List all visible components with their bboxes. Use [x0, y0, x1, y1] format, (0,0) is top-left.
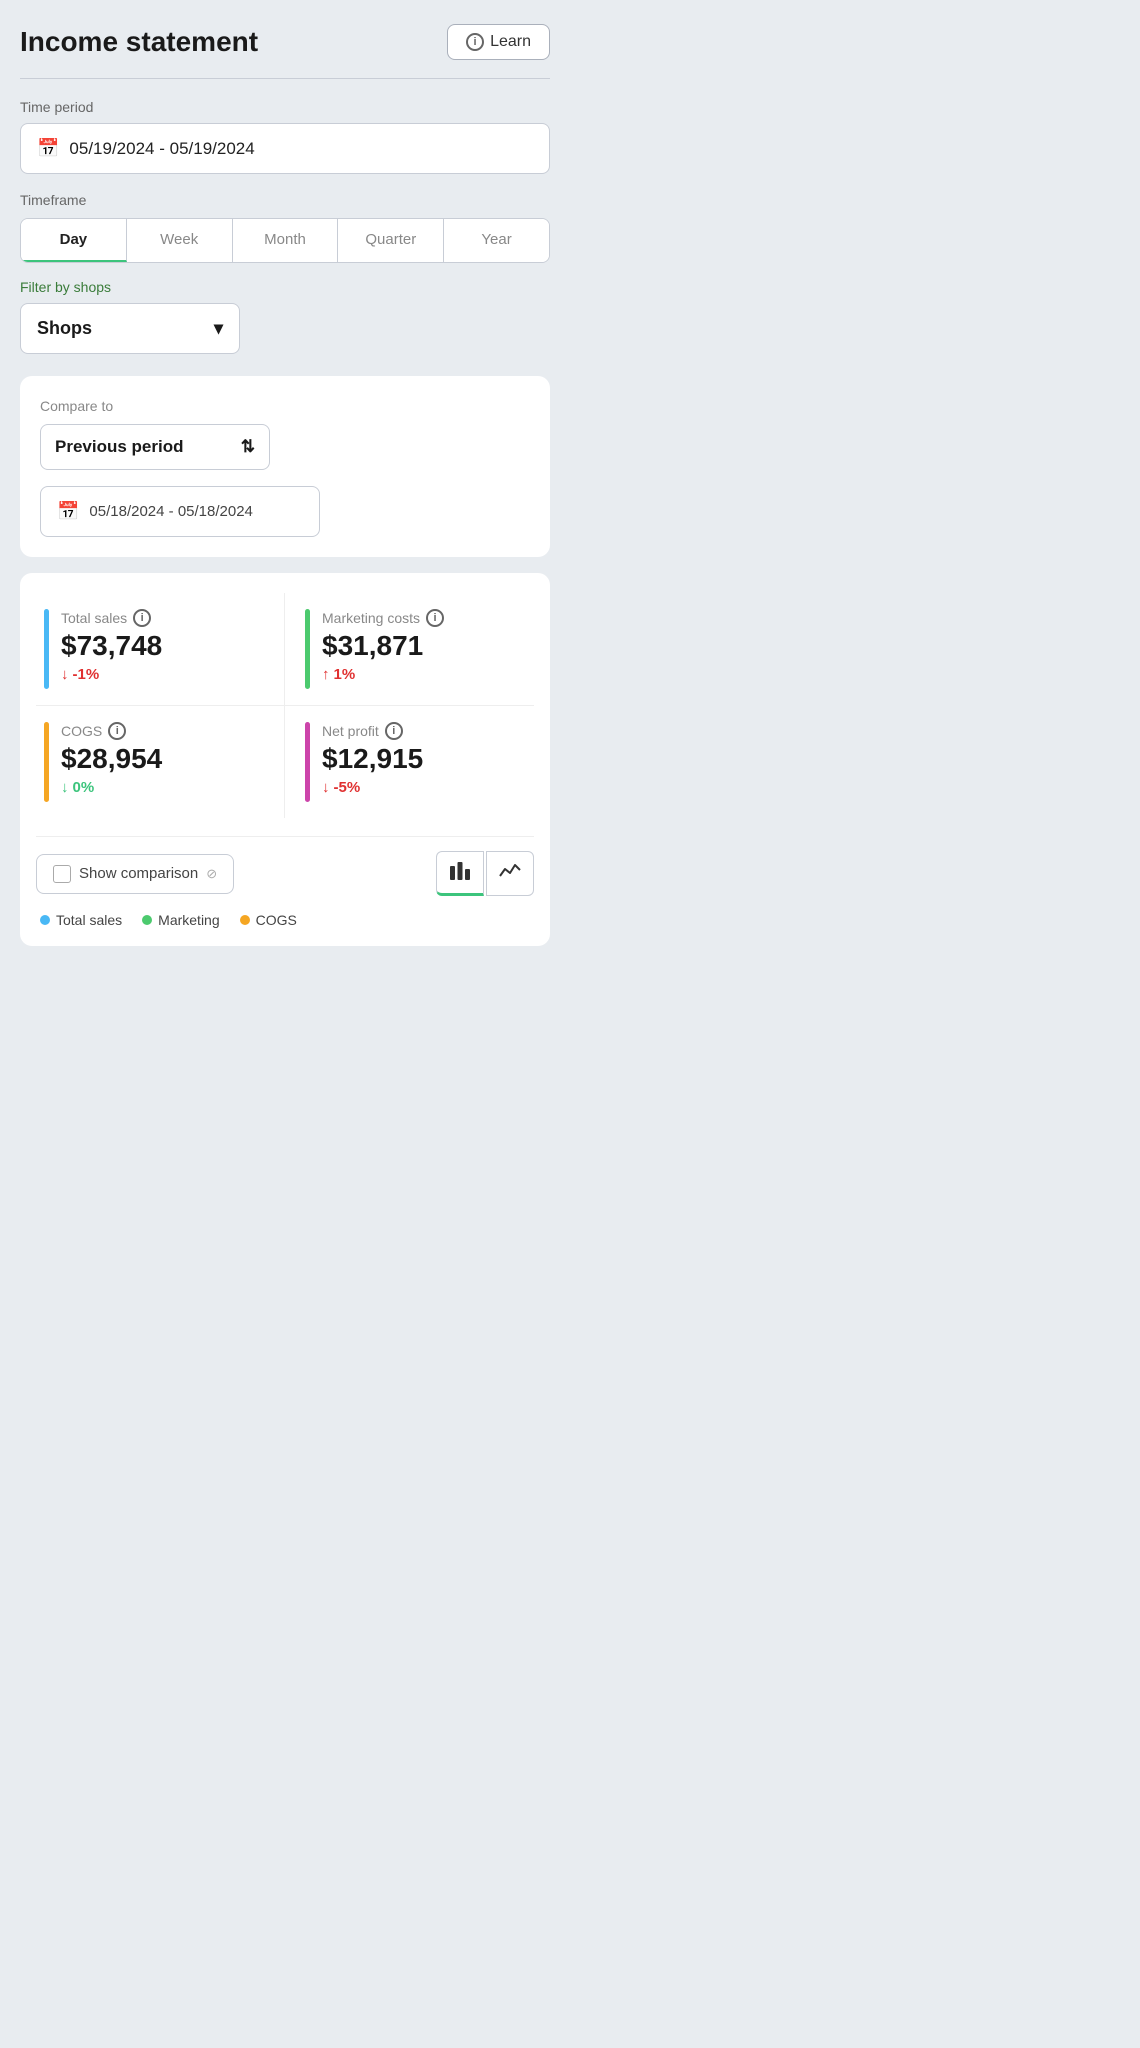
net-profit-bar: [305, 722, 310, 802]
cogs-arrow: [61, 779, 69, 796]
line-chart-icon: [499, 861, 521, 881]
show-comparison-button[interactable]: Show comparison ⊘: [36, 854, 234, 894]
tab-quarter[interactable]: Quarter: [338, 219, 444, 262]
compare-date-value: 05/18/2024 - 05/18/2024: [89, 503, 252, 520]
tab-day[interactable]: Day: [21, 219, 127, 262]
legend-cogs: COGS: [240, 912, 297, 928]
legend-marketing-label: Marketing: [158, 912, 219, 928]
total-sales-arrow: [61, 666, 69, 683]
compare-select[interactable]: Previous period ⇅: [40, 424, 270, 470]
legend-total-sales-dot: [40, 915, 50, 925]
legend-cogs-dot: [240, 915, 250, 925]
legend-total-sales-label: Total sales: [56, 912, 122, 928]
marketing-change-value: 1%: [334, 666, 356, 683]
show-comparison-label: Show comparison: [79, 865, 198, 882]
metrics-card: Total sales i $73,748 -1% Marketing cost: [20, 573, 550, 946]
cogs-change-value: 0%: [73, 779, 95, 796]
timeframe-section: Timeframe Day Week Month Quarter Year: [20, 192, 550, 263]
metric-cogs: COGS i $28,954 0%: [36, 706, 285, 818]
chevron-down-icon: ▾: [214, 318, 223, 339]
tab-week[interactable]: Week: [127, 219, 233, 262]
time-period-section: Time period 📅 05/19/2024 - 05/19/2024: [20, 99, 550, 174]
legend-marketing: Marketing: [142, 912, 219, 928]
cogs-info-icon: i: [108, 722, 126, 740]
legend-marketing-dot: [142, 915, 152, 925]
shops-dropdown[interactable]: Shops ▾: [20, 303, 240, 354]
cogs-label: COGS: [61, 723, 102, 739]
chart-legend: Total sales Marketing COGS: [36, 908, 534, 928]
total-sales-info-icon: i: [133, 609, 151, 627]
date-range-input[interactable]: 📅 05/19/2024 - 05/19/2024: [20, 123, 550, 174]
marketing-bar: [305, 609, 310, 689]
net-profit-change: -5%: [322, 779, 522, 796]
cogs-bar: [44, 722, 49, 802]
net-profit-value: $12,915: [322, 744, 522, 775]
total-sales-value: $73,748: [61, 631, 272, 662]
show-comparison-checkbox[interactable]: [53, 865, 71, 883]
info-icon: i: [466, 33, 484, 51]
total-sales-bar: [44, 609, 49, 689]
marketing-change: 1%: [322, 666, 522, 683]
tab-month[interactable]: Month: [233, 219, 339, 262]
legend-cogs-label: COGS: [256, 912, 297, 928]
compare-date-box[interactable]: 📅 05/18/2024 - 05/18/2024: [40, 486, 320, 537]
learn-label: Learn: [490, 33, 531, 51]
cogs-value: $28,954: [61, 744, 272, 775]
filter-label: Filter by shops: [20, 279, 550, 295]
hash-icon: ⊘: [206, 866, 217, 882]
timeframe-label: Timeframe: [20, 192, 550, 208]
shops-value: Shops: [37, 318, 92, 339]
metric-marketing-costs: Marketing costs i $31,871 1%: [285, 593, 534, 706]
updown-icon: ⇅: [241, 437, 255, 457]
total-sales-change: -1%: [61, 666, 272, 683]
cogs-change: 0%: [61, 779, 272, 796]
chart-type-toggle: [436, 851, 534, 896]
metric-net-profit: Net profit i $12,915 -5%: [285, 706, 534, 818]
time-period-label: Time period: [20, 99, 550, 115]
total-sales-label: Total sales: [61, 610, 127, 626]
calendar-icon: 📅: [37, 138, 59, 159]
marketing-value: $31,871: [322, 631, 522, 662]
net-profit-arrow: [322, 779, 330, 796]
line-chart-button[interactable]: [486, 851, 534, 896]
legend-total-sales: Total sales: [40, 912, 122, 928]
page-title: Income statement: [20, 26, 258, 58]
bottom-controls: Show comparison ⊘: [36, 851, 534, 896]
metrics-bottom: Show comparison ⊘: [36, 836, 534, 928]
timeframe-tabs: Day Week Month Quarter Year: [20, 218, 550, 263]
total-sales-change-value: -1%: [73, 666, 100, 683]
compare-calendar-icon: 📅: [57, 501, 79, 522]
learn-button[interactable]: i Learn: [447, 24, 550, 60]
metric-total-sales: Total sales i $73,748 -1%: [36, 593, 285, 706]
net-profit-label: Net profit: [322, 723, 379, 739]
bar-chart-icon: [449, 860, 471, 880]
compare-label: Compare to: [40, 398, 530, 414]
date-range-value: 05/19/2024 - 05/19/2024: [69, 139, 254, 159]
marketing-label: Marketing costs: [322, 610, 420, 626]
filter-section: Filter by shops Shops ▾: [20, 279, 550, 354]
net-profit-change-value: -5%: [334, 779, 361, 796]
metrics-grid: Total sales i $73,748 -1% Marketing cost: [36, 593, 534, 818]
marketing-arrow: [322, 666, 330, 683]
header-divider: [20, 78, 550, 79]
net-profit-info-icon: i: [385, 722, 403, 740]
page-header: Income statement i Learn: [20, 24, 550, 60]
compare-card: Compare to Previous period ⇅ 📅 05/18/202…: [20, 376, 550, 557]
tab-year[interactable]: Year: [444, 219, 549, 262]
marketing-info-icon: i: [426, 609, 444, 627]
compare-select-value: Previous period: [55, 437, 183, 457]
bar-chart-button[interactable]: [436, 851, 484, 896]
